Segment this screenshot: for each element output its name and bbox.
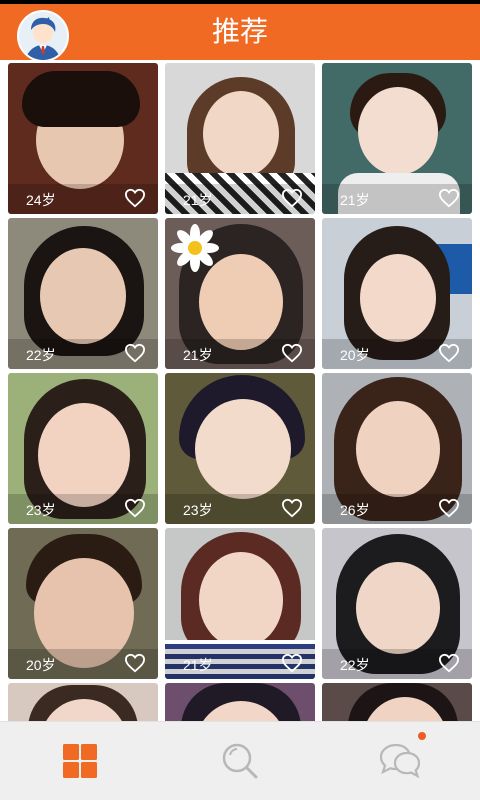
age-label: 23岁 <box>26 502 56 518</box>
flower-icon <box>171 224 219 272</box>
profile-card[interactable]: 24岁 <box>8 63 158 214</box>
age-label: 26岁 <box>340 502 370 518</box>
search-icon <box>222 743 258 779</box>
grid-icon <box>63 744 97 778</box>
age-label: 21岁 <box>340 192 370 208</box>
profile-card[interactable]: 20岁 <box>322 218 472 369</box>
tab-messages[interactable] <box>320 722 480 800</box>
heart-icon[interactable] <box>281 653 303 673</box>
profile-photo <box>322 683 472 722</box>
profile-card[interactable]: 26岁 <box>322 373 472 524</box>
profile-card[interactable]: 20岁 <box>8 528 158 679</box>
heart-icon[interactable] <box>124 188 146 208</box>
bottom-tab-bar <box>0 721 480 800</box>
chat-icon <box>379 743 421 779</box>
age-label: 23岁 <box>183 502 213 518</box>
heart-icon[interactable] <box>438 498 460 518</box>
profile-card[interactable]: 22岁 <box>322 528 472 679</box>
top-bar: 推荐 <box>0 4 480 62</box>
heart-icon[interactable] <box>124 343 146 363</box>
profile-card[interactable] <box>322 683 472 722</box>
heart-icon[interactable] <box>281 343 303 363</box>
age-label: 22岁 <box>26 347 56 363</box>
tab-search[interactable] <box>160 722 320 800</box>
profile-photo <box>8 683 158 722</box>
page-title: 推荐 <box>211 16 268 47</box>
age-label: 20岁 <box>26 657 56 673</box>
notification-badge <box>418 732 426 740</box>
profile-card[interactable]: 21岁 <box>165 218 315 369</box>
age-label: 24岁 <box>26 192 56 208</box>
heart-icon[interactable] <box>438 343 460 363</box>
heart-icon[interactable] <box>124 498 146 518</box>
profile-card[interactable]: 21岁 <box>322 63 472 214</box>
age-label: 21岁 <box>183 192 213 208</box>
profile-grid: 24岁 21岁 21岁 22岁 21岁 20岁 23岁 23岁 26岁 20岁 … <box>8 63 472 722</box>
age-label: 21岁 <box>183 657 213 673</box>
profile-photo <box>165 683 315 722</box>
heart-icon[interactable] <box>281 188 303 208</box>
profile-card[interactable]: 23岁 <box>165 373 315 524</box>
age-label: 22岁 <box>340 657 370 673</box>
profile-card[interactable]: 23岁 <box>8 373 158 524</box>
heart-icon[interactable] <box>124 653 146 673</box>
profile-card[interactable]: 21岁 <box>165 528 315 679</box>
profile-card[interactable]: 22岁 <box>8 218 158 369</box>
heart-icon[interactable] <box>281 498 303 518</box>
age-label: 21岁 <box>183 347 213 363</box>
heart-icon[interactable] <box>438 188 460 208</box>
profile-card[interactable] <box>8 683 158 722</box>
tab-recommend[interactable] <box>0 722 160 800</box>
age-label: 20岁 <box>340 347 370 363</box>
heart-icon[interactable] <box>438 653 460 673</box>
profile-card[interactable] <box>165 683 315 722</box>
profile-card[interactable]: 21岁 <box>165 63 315 214</box>
